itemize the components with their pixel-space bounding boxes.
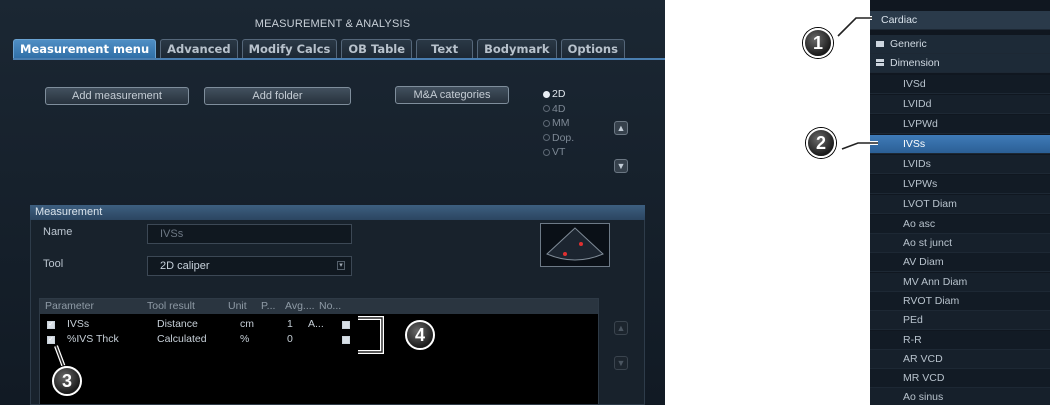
sidebar-item-mv-ann-diam[interactable]: MV Ann Diam [870,273,1050,292]
sidebar-item-ivsd[interactable]: IVSd [870,75,1050,94]
param-p: 1 [287,318,293,330]
callout-4: 4 [405,320,435,350]
sidebar-item-ped[interactable]: PEd [870,311,1050,330]
param-tool-result: Calculated [157,333,207,345]
name-field[interactable]: IVSs [147,224,352,244]
ma-categories-button[interactable]: M&A categories [395,86,509,104]
tab-advanced[interactable]: Advanced [160,39,238,59]
move-up-icon[interactable]: ▲ [614,121,628,135]
parameter-table-header: Parameter Tool result Unit P... Avg.... … [40,299,598,314]
sidebar-item-lvids[interactable]: LVIDs [870,155,1050,174]
tab-ob-table[interactable]: OB Table [341,39,413,59]
folder-icon [876,41,884,47]
col-parameter[interactable]: Parameter [45,299,94,314]
measurement-analysis-window: MEASUREMENT & ANALYSIS Measurement menu … [0,0,665,405]
sidebar-item-ar-vcd[interactable]: AR VCD [870,350,1050,369]
col-normal[interactable]: No... [319,299,341,314]
row-up-icon[interactable]: ▲ [614,321,628,335]
mode-radio-2d[interactable]: 2D [543,87,574,102]
move-down-icon[interactable]: ▼ [614,159,628,173]
callout-2: 2 [806,128,836,158]
mode-radio-dop[interactable]: Dop. [543,131,574,146]
window-title: MEASUREMENT & ANALYSIS [254,18,411,30]
row-checkbox[interactable]: ✓ [47,321,55,329]
sidebar-item-ao-asc[interactable]: Ao asc [870,215,1050,234]
tab-bodymark[interactable]: Bodymark [477,39,557,59]
tool-select[interactable]: 2D caliper ▾ [147,256,352,276]
row-checkbox[interactable]: ✓ [47,336,55,344]
tab-modify-calcs[interactable]: Modify Calcs [241,39,338,59]
measurement-section-title: Measurement [30,205,645,220]
category-header[interactable]: Cardiac [870,11,1050,30]
tab-underline [13,58,665,60]
mode-radio-vt[interactable]: VT [543,145,574,160]
col-p[interactable]: P... [261,299,275,314]
folder-generic[interactable]: Generic [870,35,1050,54]
sidebar-item-lvidd[interactable]: LVIDd [870,95,1050,114]
caliper-preview-image [540,223,610,267]
col-avg[interactable]: Avg.... [285,299,315,314]
param-avg: A... [308,318,324,330]
mode-radio-group: 2D 4D MM Dop. VT [543,87,574,160]
sidebar-item-lvot-diam[interactable]: LVOT Diam [870,195,1050,214]
param-unit: cm [240,318,254,330]
sidebar-item-lvpwd[interactable]: LVPWd [870,115,1050,134]
row-down-icon[interactable]: ▼ [614,356,628,370]
folder-open-icon [876,59,884,66]
param-unit: % [240,333,250,345]
param-tool-result: Distance [157,318,198,330]
param-name: %IVS Thck [67,333,119,345]
tab-measurement-menu[interactable]: Measurement menu [13,39,157,59]
folder-dimension[interactable]: Dimension [870,54,1050,73]
add-measurement-button[interactable]: Add measurement [45,87,189,105]
sidebar-item-r-r[interactable]: R-R [870,331,1050,350]
sidebar-item-mr-vcd[interactable]: MR VCD [870,369,1050,388]
parameter-table: Parameter Tool result Unit P... Avg.... … [39,298,599,405]
col-tool-result[interactable]: Tool result [147,299,195,314]
sidebar-item-lvpws[interactable]: LVPWs [870,175,1050,194]
add-folder-button[interactable]: Add folder [204,87,351,105]
param-p: 0 [287,333,293,345]
tab-options[interactable]: Options [560,39,625,59]
param-name: IVSs [67,318,90,330]
sidebar-item-av-diam[interactable]: AV Diam [870,253,1050,272]
name-label: Name [43,226,73,238]
sidebar-item-ao-st-junct[interactable]: Ao st junct [870,234,1050,253]
sidebar-item-ao-sinus[interactable]: Ao sinus [870,388,1050,405]
normal-checkbox[interactable] [342,321,350,329]
callout-1: 1 [803,28,833,58]
tab-bar: Measurement menu Advanced Modify Calcs O… [13,39,629,59]
chevron-down-icon: ▾ [337,261,345,270]
callout-3: 3 [52,366,82,396]
tab-text[interactable]: Text [416,39,474,59]
sector-scan-icon [546,227,604,261]
normal-checkbox[interactable] [342,336,350,344]
measurement-tree-sidebar: Cardiac Generic Dimension IVSd LVIDd LVP… [870,0,1050,405]
tool-label: Tool [43,258,64,270]
col-unit[interactable]: Unit [228,299,247,314]
sidebar-item-ivss[interactable]: IVSs [870,135,1050,154]
sidebar-item-rvot-diam[interactable]: RVOT Diam [870,292,1050,311]
mode-radio-4d[interactable]: 4D [543,102,574,117]
mode-radio-mm[interactable]: MM [543,116,574,131]
tool-select-value: 2D caliper [160,260,210,272]
